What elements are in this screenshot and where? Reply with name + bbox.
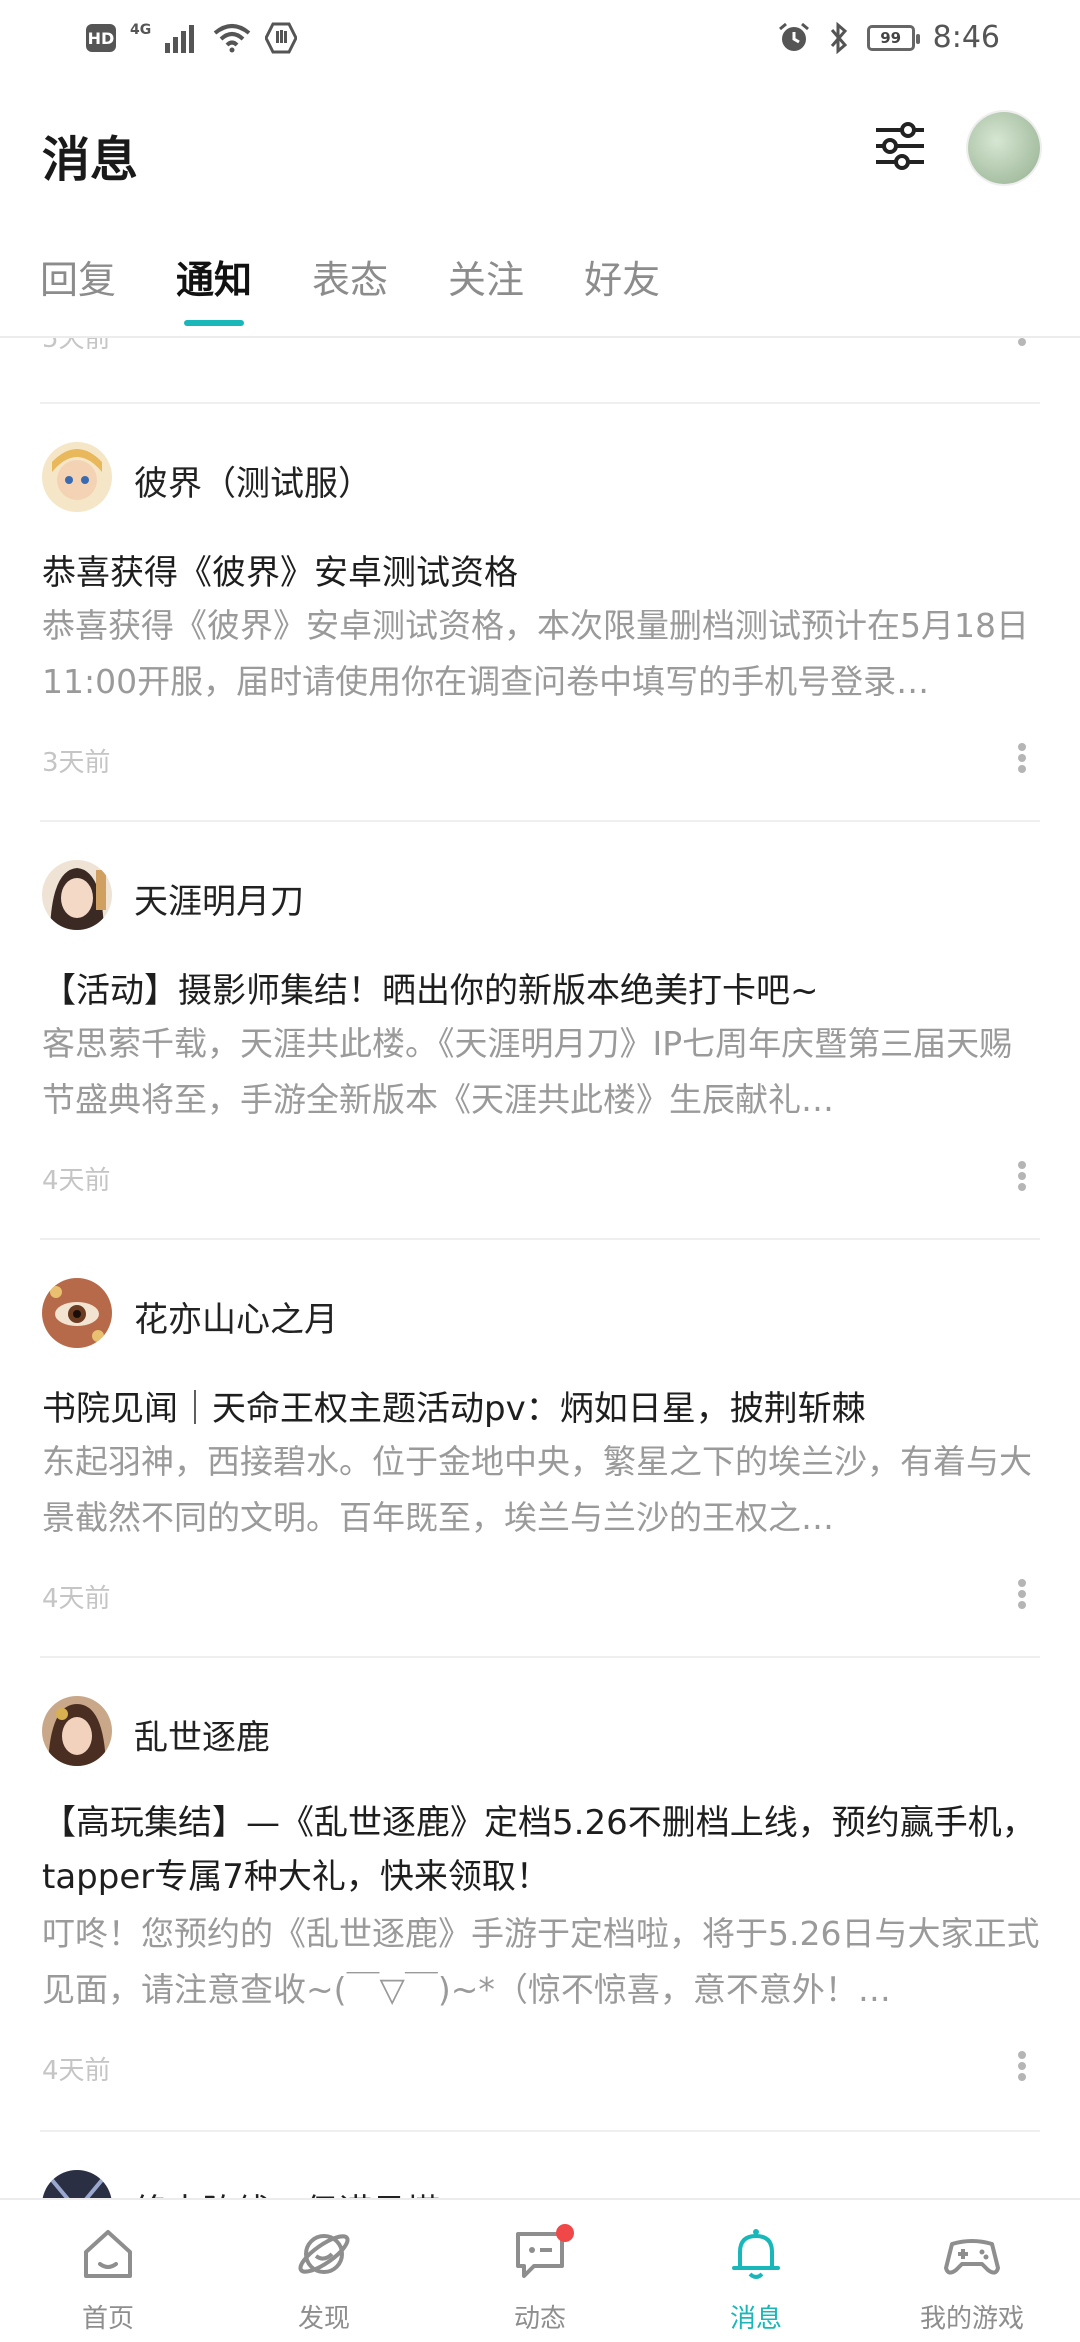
user-avatar[interactable]	[968, 112, 1040, 184]
more-options-icon[interactable]	[1012, 740, 1032, 776]
avatar[interactable]	[42, 1696, 112, 1766]
nav-discover[interactable]: 发现	[216, 2200, 432, 2342]
notification-body: 叮咚！您预约的《乱世逐鹿》手游于定档啦，将于5.26日与大家正式见面，请注意查收…	[42, 1914, 1040, 2009]
hand-shield-icon	[265, 22, 298, 54]
author-name[interactable]: 天涯明月刀	[134, 874, 304, 923]
tab-reactions[interactable]: 表态	[312, 250, 388, 320]
nav-my-games[interactable]: 我的游戏	[864, 2200, 1080, 2342]
wifi-icon	[213, 24, 251, 53]
avatar[interactable]	[42, 442, 112, 512]
divider	[40, 1238, 1040, 1240]
more-options-icon[interactable]	[1012, 1576, 1032, 1612]
notification-time: 4天前	[42, 2056, 111, 2086]
alarm-icon	[778, 22, 809, 51]
nav-label: 我的游戏	[919, 2304, 1024, 2334]
notification-body: 东起羽神，西接碧水。位于金地中央，繁星之下的埃兰沙，有着与大景截然不同的文明。百…	[42, 1442, 1032, 1537]
message-tabs: 回复 通知 表态 关注 好友	[40, 250, 720, 340]
notification-time: 3天前	[42, 748, 111, 778]
tab-reply[interactable]: 回复	[40, 250, 116, 320]
notification-title: 【高玩集结】—《乱世逐鹿》定档5.26不删档上线，预约赢手机，tapper专属7…	[42, 1803, 1036, 1897]
author-name[interactable]: 终末阵线：伊诺贝塔	[134, 2184, 440, 2198]
notification-time: 4天前	[42, 1166, 111, 1196]
home-icon	[84, 2230, 132, 2278]
notification-time: 4天前	[42, 1584, 111, 1614]
gamepad-icon	[944, 2239, 1000, 2275]
more-options-icon[interactable]	[1012, 2048, 1032, 2084]
nav-label: 消息	[729, 2304, 782, 2334]
status-right: 99 8:46	[777, 20, 1000, 55]
author-name[interactable]: 花亦山心之月	[134, 1292, 338, 1341]
clock: 8:46	[932, 20, 1000, 55]
status-bar: HD 4G 99 8:46	[0, 0, 1080, 80]
tab-friends[interactable]: 好友	[584, 250, 660, 320]
divider	[40, 1656, 1040, 1658]
avatar[interactable]	[42, 860, 112, 930]
notification-badge	[556, 2224, 574, 2242]
notification-title: 恭喜获得《彼界》安卓测试资格	[42, 553, 518, 593]
nav-feed[interactable]: 动态	[432, 2200, 648, 2342]
divider	[40, 402, 1040, 404]
notification-body: 客思萦千载，天涯共此楼。《天涯明月刀》IP七周年庆暨第三届天赐节盛典将至，手游全…	[42, 1024, 1013, 1119]
tab-notifications[interactable]: 通知	[176, 250, 252, 326]
bluetooth-icon	[830, 21, 847, 54]
filter-settings-icon[interactable]	[872, 118, 928, 174]
avatar[interactable]	[42, 1278, 112, 1348]
page-title: 消息	[42, 132, 139, 188]
author-name[interactable]: 乱世逐鹿	[134, 1710, 270, 1759]
author-name[interactable]: 彼界（测试服）	[134, 456, 372, 505]
divider	[40, 820, 1040, 822]
avatar[interactable]	[42, 2170, 112, 2198]
previous-item-time: 5天前	[42, 338, 111, 354]
bottom-navigation: 首页 发现 动态 消息 我的游戏	[0, 2198, 1080, 2342]
nav-home[interactable]: 首页	[0, 2200, 216, 2342]
nav-label: 首页	[81, 2304, 134, 2334]
nav-label: 动态	[513, 2304, 566, 2334]
notification-title: 【活动】摄影师集结！晒出你的新版本绝美打卡吧~	[42, 971, 819, 1011]
planet-icon	[298, 2234, 350, 2274]
status-left: HD 4G	[86, 22, 298, 54]
tab-follows[interactable]: 关注	[448, 250, 524, 320]
notification-list[interactable]: 5天前 彼界（测试服） 恭喜获得《彼界》安卓测试资格 恭喜获得《彼界》安卓测试资…	[0, 338, 1080, 2198]
signal-icon	[165, 25, 195, 53]
hd-badge: HD	[86, 24, 116, 52]
nav-messages[interactable]: 消息	[648, 2200, 864, 2342]
notification-body: 恭喜获得《彼界》安卓测试资格，本次限量删档测试预计在5月18日11:00开服，届…	[42, 606, 1029, 701]
network-type: 4G	[130, 22, 152, 38]
divider	[40, 2130, 1040, 2132]
nav-label: 发现	[297, 2304, 350, 2334]
previous-item-more-icon[interactable]	[1018, 338, 1026, 346]
bell-icon	[732, 2229, 780, 2279]
more-options-icon[interactable]	[1012, 1158, 1032, 1194]
battery-indicator: 99	[866, 24, 920, 51]
notification-title: 书院见闻｜天命王权主题活动pv：炳如日星，披荆斩棘	[42, 1389, 866, 1429]
